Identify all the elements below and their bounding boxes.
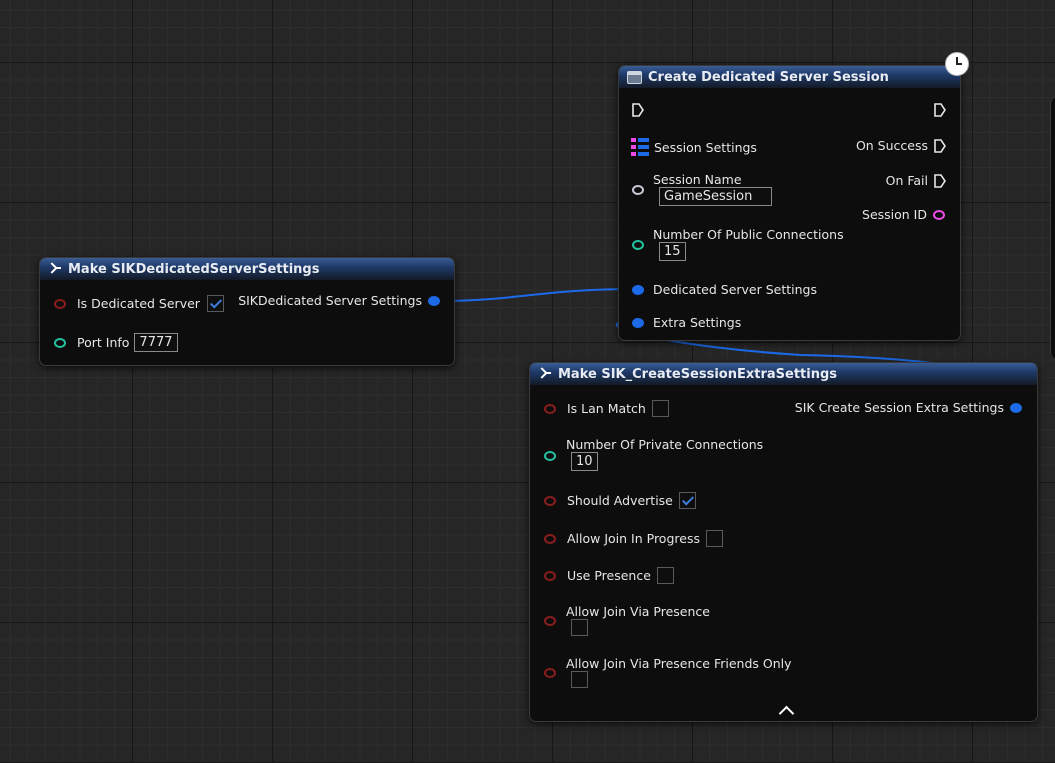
dedicated-server-settings-pin[interactable]	[632, 284, 644, 295]
is-dedicated-server-pin[interactable]	[54, 298, 66, 309]
on-fail-label: On Fail	[885, 173, 928, 188]
dedicated-server-settings-label: Dedicated Server Settings	[653, 282, 817, 297]
is-dedicated-server-checkbox[interactable]	[206, 295, 224, 312]
use-presence-label: Use Presence	[567, 568, 651, 583]
clock-icon	[945, 52, 969, 76]
is-lan-match-checkbox[interactable]	[651, 400, 669, 417]
make-create-session-extra-settings-node[interactable]: Make SIK_CreateSessionExtraSettings SIK …	[529, 362, 1038, 722]
offscreen-node-edge	[1050, 98, 1055, 358]
function-icon	[627, 70, 642, 84]
allow-join-via-presence-label: Allow Join Via Presence	[566, 604, 710, 619]
public-connections-pin[interactable]	[632, 240, 644, 250]
chevron-up-icon[interactable]	[778, 705, 795, 722]
extra-settings-pin[interactable]	[632, 317, 644, 328]
session-name-label: Session Name	[653, 172, 742, 187]
should-advertise-label: Should Advertise	[567, 493, 673, 508]
node-title: Make SIK_CreateSessionExtraSettings	[558, 366, 838, 382]
port-info-label: Port Info	[77, 335, 130, 350]
allow-join-in-progress-checkbox[interactable]	[705, 530, 723, 547]
allow-join-friends-only-pin[interactable]	[544, 668, 556, 678]
public-connections-label: Number Of Public Connections	[653, 227, 844, 242]
exec-in-pin[interactable]	[632, 103, 644, 117]
dedicated-settings-output-pin[interactable]	[428, 295, 440, 306]
make-struct-icon	[538, 368, 552, 380]
should-advertise-checkbox[interactable]	[678, 492, 696, 509]
create-dedicated-server-session-node[interactable]: Create Dedicated Server Session Session …	[618, 65, 961, 341]
private-connections-pin[interactable]	[544, 451, 556, 461]
use-presence-pin[interactable]	[544, 570, 556, 581]
port-info-field[interactable]: 7777	[134, 333, 178, 352]
make-dedicated-server-settings-node[interactable]: Make SIKDedicatedServerSettings Is Dedic…	[39, 257, 455, 366]
session-id-pin[interactable]	[933, 209, 945, 220]
exec-out-pin[interactable]	[934, 103, 946, 117]
is-lan-match-pin[interactable]	[544, 403, 556, 414]
allow-join-friends-only-checkbox[interactable]	[571, 671, 588, 688]
dedicated-settings-output-label: SIKDedicated Server Settings	[238, 293, 422, 308]
extra-settings-output-pin[interactable]	[1010, 402, 1022, 413]
allow-join-in-progress-pin[interactable]	[544, 533, 556, 544]
private-connections-label: Number Of Private Connections	[566, 437, 764, 452]
port-info-pin[interactable]	[54, 337, 66, 348]
session-settings-array-pin[interactable]	[631, 138, 649, 156]
on-success-exec-pin[interactable]	[934, 138, 946, 153]
session-name-field[interactable]: GameSession	[659, 187, 772, 206]
allow-join-via-presence-pin[interactable]	[544, 616, 556, 626]
session-name-pin[interactable]	[632, 185, 644, 195]
extra-settings-label: Extra Settings	[653, 315, 742, 330]
node-title: Create Dedicated Server Session	[648, 69, 889, 85]
session-id-label: Session ID	[862, 207, 927, 222]
on-success-label: On Success	[855, 138, 928, 153]
node-title: Make SIKDedicatedServerSettings	[68, 261, 320, 277]
extra-settings-output-label: SIK Create Session Extra Settings	[794, 400, 1004, 415]
node-header[interactable]: Create Dedicated Server Session	[619, 66, 960, 88]
allow-join-via-presence-checkbox[interactable]	[571, 619, 588, 636]
allow-join-friends-only-label: Allow Join Via Presence Friends Only	[566, 656, 792, 671]
make-struct-icon	[48, 263, 62, 275]
wire-dedicated-settings	[435, 288, 637, 302]
is-dedicated-server-label: Is Dedicated Server	[77, 296, 200, 311]
session-settings-label: Session Settings	[654, 139, 757, 155]
node-header[interactable]: Make SIK_CreateSessionExtraSettings	[530, 363, 1037, 385]
is-lan-match-label: Is Lan Match	[567, 401, 646, 416]
on-fail-exec-pin[interactable]	[934, 173, 946, 188]
should-advertise-pin[interactable]	[544, 495, 556, 506]
allow-join-in-progress-label: Allow Join In Progress	[567, 531, 700, 546]
node-header[interactable]: Make SIKDedicatedServerSettings	[40, 258, 454, 280]
public-connections-field[interactable]: 15	[659, 242, 686, 261]
use-presence-checkbox[interactable]	[656, 567, 674, 584]
private-connections-field[interactable]: 10	[571, 452, 598, 471]
